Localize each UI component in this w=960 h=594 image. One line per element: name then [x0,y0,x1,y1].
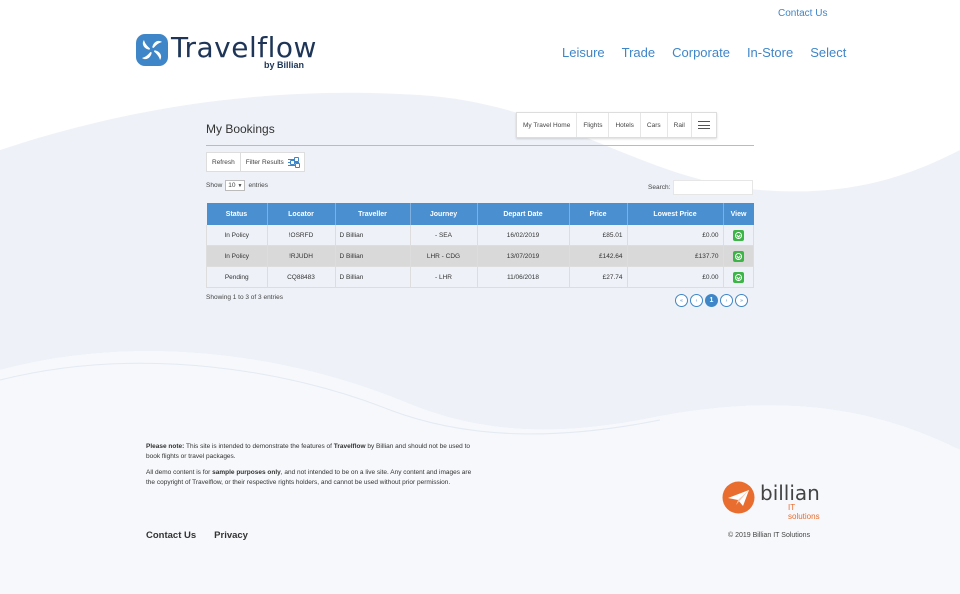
disclaimer-note: Please note: This site is intended to de… [146,442,476,461]
depart-date-cell: 13/07/2019 [477,245,570,267]
status-cell: In Policy [206,225,268,246]
journey-cell: LHR - CDG [410,245,478,267]
search-label: Search: [648,184,671,191]
top-nav: Leisure Trade Corporate In-Store Select [562,45,846,60]
table-toolbar: Refresh Filter Results [206,152,305,172]
nav-trade[interactable]: Trade [622,45,655,60]
entries-label: entries [248,182,268,189]
search-input[interactable] [673,180,754,195]
nav-in-store[interactable]: In-Store [747,45,793,60]
traveller-cell: D Billian [335,225,411,246]
table-header-row: Status Locator Traveller Journey Depart … [206,203,754,225]
footer-links: Contact Us Privacy [146,530,248,541]
prev-page-button[interactable]: ‹ [690,294,703,307]
copyright: © 2019 Billian IT Solutions [728,532,811,539]
travelflow-logo[interactable]: Travelflow by Billian [136,31,316,74]
note-brand: Travelflow [333,443,366,450]
subnav-my-travel-home[interactable]: My Travel Home [517,113,578,137]
nav-select[interactable]: Select [810,45,846,60]
title-divider [206,145,754,146]
filter-label: Filter Results [245,158,284,166]
lowest-price-cell: £0.00 [627,225,724,246]
hamburger-icon [697,121,710,129]
col-lowest-price[interactable]: Lowest Price [627,203,724,225]
caret-down-icon: ▼ [237,182,243,189]
note-bold: Please note: [146,443,185,450]
demo-bold: sample purposes only [212,469,281,476]
lowest-price-cell: £137.70 [627,245,724,267]
locator-cell: !OSRFD [267,225,336,246]
status-cell: Pending [206,266,268,288]
col-traveller[interactable]: Traveller [335,203,411,225]
billian-name: billian [760,481,820,505]
billian-logo[interactable]: billian IT solutions [722,479,822,521]
view-booking-icon[interactable] [732,229,744,241]
price-cell: £27.74 [569,266,628,288]
col-price[interactable]: Price [569,203,628,225]
locator-cell: CQ88483 [267,266,336,288]
nav-corporate[interactable]: Corporate [672,45,730,60]
lowest-price-cell: £0.00 [627,266,724,288]
subnav-cars[interactable]: Cars [641,113,668,137]
view-cell [723,245,754,267]
logo-subtitle: by Billian [264,60,305,70]
bookings-table: Status Locator Traveller Journey Depart … [206,203,754,288]
table-info: Showing 1 to 3 of 3 entries [206,294,283,301]
table-row: In Policy !RJUDH D Billian LHR - CDG 13/… [206,245,754,267]
col-locator[interactable]: Locator [267,203,336,225]
col-journey[interactable]: Journey [410,203,478,225]
view-cell [723,266,754,288]
table-search: Search: [648,180,754,195]
depart-date-cell: 11/06/2018 [477,266,570,288]
next-page-button[interactable]: › [720,294,733,307]
note-text-1: This site is intended to demonstrate the… [184,443,334,450]
travelflow-logo-mark-icon [136,34,168,66]
contact-us-top-link[interactable]: Contact Us [778,8,827,19]
pagination: « ‹ 1 › » [675,294,748,307]
journey-cell: - LHR [410,266,478,288]
col-depart-date[interactable]: Depart Date [477,203,570,225]
view-cell [723,225,754,246]
traveller-cell: D Billian [335,266,411,288]
entries-length: Show 10 ▼ entries [206,180,268,191]
disclaimer: Please note: This site is intended to de… [146,442,476,494]
nav-leisure[interactable]: Leisure [562,45,605,60]
subnav-rail[interactable]: Rail [668,113,692,137]
status-cell: In Policy [206,245,268,267]
last-page-button[interactable]: » [735,294,748,307]
price-cell: £142.64 [569,245,628,267]
demo-text-1: All demo content is for [146,469,213,476]
traveller-cell: D Billian [335,245,411,267]
footer-contact-link[interactable]: Contact Us [146,530,196,541]
view-booking-icon[interactable] [732,250,744,262]
col-status[interactable]: Status [206,203,268,225]
first-page-button[interactable]: « [675,294,688,307]
table-row: Pending CQ88483 D Billian - LHR 11/06/20… [206,266,754,288]
disclaimer-demo: All demo content is for sample purposes … [146,468,476,487]
footer-privacy-link[interactable]: Privacy [214,530,248,541]
entries-select[interactable]: 10 ▼ [225,180,246,191]
page-1-button[interactable]: 1 [705,294,718,307]
journey-cell: - SEA [410,225,478,246]
paper-plane-icon [722,481,755,514]
sliders-icon [287,156,300,168]
entries-select-value: 10 [228,182,236,189]
table-row: In Policy !OSRFD D Billian - SEA 16/02/2… [206,225,754,246]
filter-results-button[interactable]: Filter Results [241,153,304,171]
menu-button[interactable] [692,113,716,137]
travel-subnav: My Travel Home Flights Hotels Cars Rail [516,112,717,138]
subnav-hotels[interactable]: Hotels [609,113,641,137]
depart-date-cell: 16/02/2019 [477,225,570,246]
col-view[interactable]: View [723,203,754,225]
refresh-button[interactable]: Refresh [207,153,241,171]
locator-cell: !RJUDH [267,245,336,267]
page-title: My Bookings [206,122,275,136]
subnav-flights[interactable]: Flights [577,113,610,137]
view-booking-icon[interactable] [732,271,744,283]
refresh-label: Refresh [212,158,235,166]
billian-subtitle: IT solutions [788,503,820,521]
show-label: Show [206,182,223,189]
price-cell: £85.01 [569,225,628,246]
